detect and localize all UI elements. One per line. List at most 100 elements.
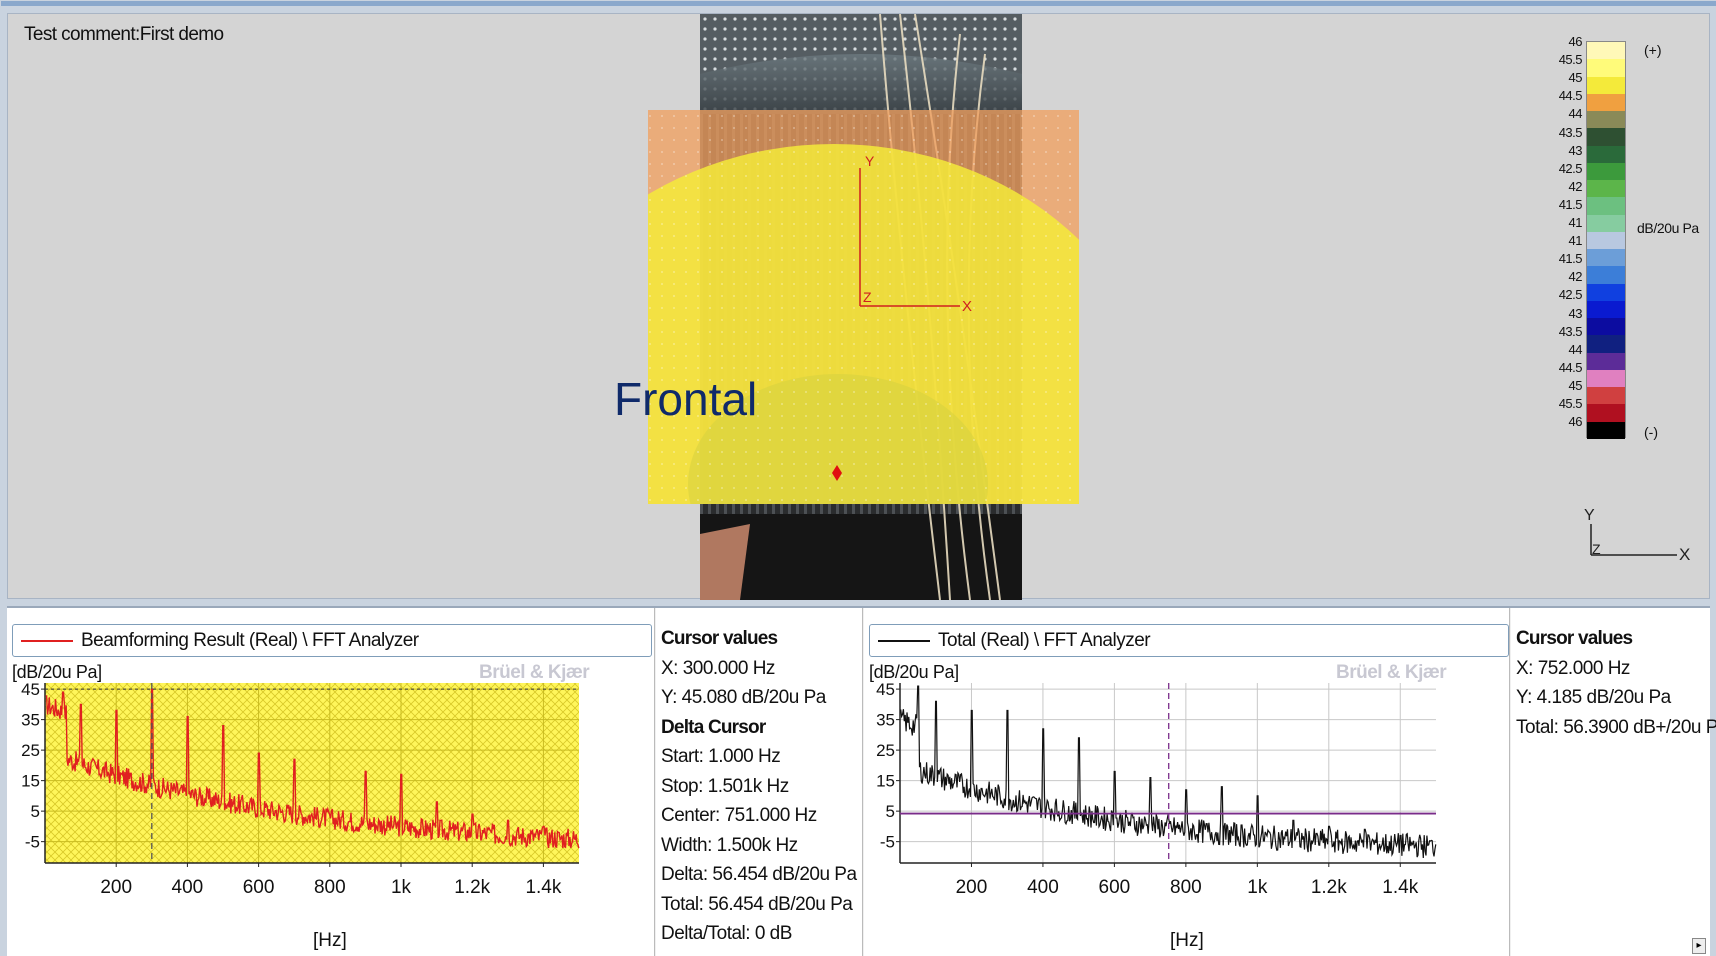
right-legend-text: Total (Real) \ FFT Analyzer [938,630,1151,651]
right-cursor-values: Cursor values X: 752.000 Hz Y: 4.185 dB/… [1511,608,1716,956]
left-cursor-title: Cursor values [661,628,778,649]
y-tick-label: -5 [880,833,895,852]
delta-stop: Stop: 1.501k Hz [661,775,789,797]
left-cursor-values: Cursor values X: 300.000 Hz Y: 45.080 dB… [656,608,863,956]
left-legend[interactable]: Beamforming Result (Real) \ FFT Analyzer [12,624,652,657]
right-cursor-total: Total: 56.3900 dB+/20u Pa [1516,716,1716,738]
color-scale-swatch [1587,266,1625,285]
color-scale-swatch [1587,76,1625,95]
x-tick-label: 400 [1027,877,1059,898]
color-scale-label: 44.5 [1558,359,1583,375]
left-cursor-x: X: 300.000 Hz [661,657,775,679]
color-scale-swatch [1587,214,1625,233]
color-scale-label: 42.5 [1558,287,1583,303]
color-scale-swatch [1587,42,1625,60]
color-scale-swatch [1587,231,1625,250]
left-x-unit: [Hz] [313,930,347,951]
corner-axis-z: Z [1592,541,1601,557]
delta-total: Total: 56.454 dB/20u Pa [661,893,853,915]
color-scale-bar [1586,41,1626,440]
x-tick-label: 1k [1247,877,1268,898]
x-tick-label: 400 [172,877,204,898]
map-axis-x: X [962,298,972,315]
left-legend-text: Beamforming Result (Real) \ FFT Analyzer [81,630,419,651]
y-tick-label: 25 [876,741,895,760]
right-cursor-x: X: 752.000 Hz [1516,657,1630,679]
x-tick-label: 800 [1170,877,1202,898]
color-scale-label: 41 [1568,215,1583,230]
color-scale-label: 42 [1568,269,1583,285]
color-scale-plus: (+) [1644,42,1662,58]
y-tick-label: 15 [876,772,895,791]
left-cursor-y: Y: 45.080 dB/20u Pa [661,687,826,708]
delta-cursor-title: Delta Cursor [661,716,766,738]
color-scale-swatch [1587,387,1625,405]
color-scale-label: 43.5 [1558,124,1583,140]
x-tick-label: 600 [243,877,275,898]
color-scale-minus: (-) [1644,424,1658,440]
color-scale-label: 45.5 [1558,396,1583,411]
color-scale-swatch [1587,59,1625,77]
delta-over-total: Delta/Total: 0 dB [661,923,792,944]
color-scale-label: 41.5 [1558,196,1583,212]
color-scale-swatch [1587,283,1625,302]
scroll-right-button[interactable]: ▸ [1692,938,1706,954]
color-scale-label: 42 [1568,178,1583,194]
right-spectrum-chart[interactable]: 45 35 25 15 5 -5 200 400 600 800 1k 1.2k 1.4k [864,668,1510,956]
color-scale-label: 44 [1568,106,1583,122]
color-scale-label: 43 [1568,305,1583,321]
x-tick-label: 1.2k [1311,877,1347,898]
beamforming-spectrum-panel[interactable]: Beamforming Result (Real) \ FFT Analyzer… [7,608,655,956]
x-tick-label: 600 [1099,877,1131,898]
color-scale-swatch [1587,369,1625,388]
color-scale-swatch [1587,404,1625,423]
color-scale-swatch [1587,111,1625,129]
right-cursor-y: Y: 4.185 dB/20u Pa [1516,687,1671,708]
corner-axis-y: Y [1584,507,1595,524]
color-scale-swatch [1587,162,1625,181]
color-scale-swatch [1587,197,1625,216]
color-scale-swatch [1587,249,1625,267]
acoustic-map-pane[interactable]: Test comment:First demo Y Z X Frontal 46… [1,1,1716,600]
x-tick-label: 1.2k [454,877,490,898]
x-tick-label: 200 [956,877,988,898]
color-scale-label: 43.5 [1558,323,1583,339]
color-scale-label: 46 [1568,414,1583,430]
spectrum-pane: Beamforming Result (Real) \ FFT Analyzer… [7,606,1716,956]
total-spectrum-panel[interactable]: Total (Real) \ FFT Analyzer [dB/20u Pa] … [864,608,1510,956]
frontal-label: Frontal [614,373,758,425]
color-scale-label: 46 [1568,34,1583,49]
corner-axis-icon: Y Z X [1584,507,1690,564]
color-scale-label: 45 [1568,377,1583,393]
right-cursor-title: Cursor values [1516,628,1633,649]
color-scale-label: 42.5 [1558,160,1583,176]
color-scale-unit: dB/20u Pa [1637,220,1699,236]
window-top-border [1,1,1716,6]
y-tick-label: 25 [21,741,40,760]
color-scale-swatch [1587,128,1625,147]
color-scale-label: 41.5 [1558,251,1583,267]
y-tick-label: 15 [21,772,40,791]
color-scale-label: 44.5 [1558,88,1583,104]
x-tick-label: 1k [391,877,412,898]
left-legend-line [21,640,73,642]
x-tick-label: 800 [314,877,346,898]
color-scale-swatch [1587,300,1625,319]
y-tick-label: -5 [25,833,40,852]
color-scale-label: 43 [1568,142,1583,158]
right-legend[interactable]: Total (Real) \ FFT Analyzer [869,624,1509,657]
left-spectrum-chart[interactable]: 45 35 25 15 5 -5 200 400 600 800 1k 1.2k 1.4k [7,668,655,956]
color-scale-label: 45.5 [1558,52,1583,68]
x-tick-label: 1.4k [525,877,561,898]
y-tick-label: 5 [31,802,40,821]
color-scale-swatch [1587,180,1625,198]
right-plot-area[interactable] [900,683,1436,863]
x-tick-label: 1.4k [1382,877,1418,898]
y-tick-label: 35 [876,711,895,730]
map-axis-y: Y [865,153,875,169]
map-axis-z: Z [863,289,872,305]
beamforming-overlay: Y Z X [648,110,1079,504]
color-scale-label: 45 [1568,70,1583,86]
color-scale-label: 41 [1568,233,1583,249]
color-scale-swatch [1587,93,1625,112]
